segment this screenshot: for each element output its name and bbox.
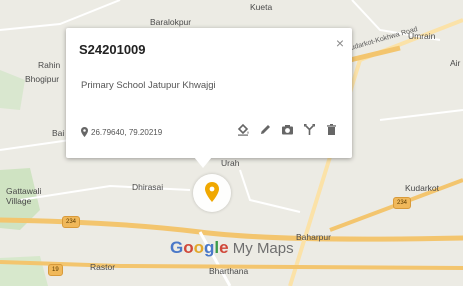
highway-shield: 234 <box>62 216 81 228</box>
place-label: Bai <box>52 128 65 138</box>
place-label: Air <box>450 58 461 68</box>
logo-suffix: My Maps <box>228 240 294 257</box>
edit-icon[interactable] <box>259 123 272 136</box>
logo-letter: G <box>170 238 184 257</box>
place-label: Bhogipur <box>25 74 60 84</box>
popup-toolbar <box>237 123 338 136</box>
place-label: Baharpur <box>296 232 331 242</box>
popup-description: Primary School Jatupur Khwajgi <box>81 80 216 91</box>
place-label: Gattawali <box>6 186 42 196</box>
place-label: Rahin <box>38 60 61 70</box>
info-popup: S24201009 × Primary School Jatupur Khwaj… <box>66 28 352 168</box>
close-icon[interactable]: × <box>336 35 344 51</box>
place-label: Village <box>6 196 32 206</box>
camera-icon[interactable] <box>281 123 294 136</box>
place-label: Kueta <box>250 2 273 12</box>
google-my-maps-logo: Google My Maps <box>170 238 294 258</box>
logo-letter: o <box>193 238 205 257</box>
popup-pointer <box>194 157 212 168</box>
place-label: Kudarkot <box>405 183 440 193</box>
place-label: Rastor <box>90 262 116 272</box>
map-canvas[interactable]: Kueta Baralokpur Umrain Rahin Bhogipur A… <box>0 0 463 286</box>
location-pin-icon <box>81 127 88 137</box>
popup-title: S24201009 <box>79 42 146 57</box>
logo-letter: o <box>183 238 194 257</box>
fill-icon[interactable] <box>237 123 250 136</box>
map-pin-icon <box>205 182 219 202</box>
highway-shield: 234 <box>393 197 412 209</box>
place-label: Urah <box>221 158 240 168</box>
highway-shield: 19 <box>48 264 63 276</box>
logo-letter: g <box>204 238 215 257</box>
coordinates-text: 26.79640, 79.20219 <box>91 127 163 137</box>
location-marker[interactable] <box>193 174 231 212</box>
delete-icon[interactable] <box>325 123 338 136</box>
place-label: Bharthana <box>209 266 249 276</box>
place-label: Baralokpur <box>150 17 192 27</box>
place-label: Dhirasai <box>132 182 164 192</box>
directions-icon[interactable] <box>303 123 316 136</box>
popup-coordinates: 26.79640, 79.20219 <box>81 127 162 137</box>
logo-letter: e <box>219 238 229 257</box>
